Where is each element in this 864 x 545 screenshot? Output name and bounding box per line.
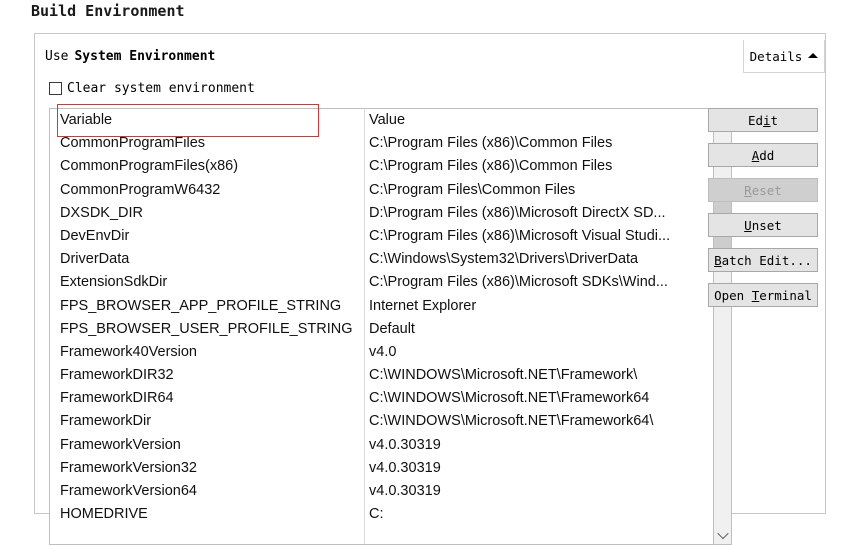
cell-variable: Framework40Version	[60, 343, 197, 360]
batch-edit-button-label: Batch Edit...	[714, 252, 812, 268]
open-terminal-button-label: Open Terminal	[714, 287, 812, 303]
clear-system-environment-label: Clear system environment	[67, 80, 255, 96]
cell-variable: DXSDK_DIR	[60, 204, 143, 221]
details-button[interactable]: Details	[743, 40, 825, 73]
column-header-variable[interactable]: Variable	[60, 109, 364, 132]
table-row[interactable]: DXSDK_DIR D:\Program Files (x86)\Microsof…	[50, 202, 713, 225]
cell-variable: FrameworkVersion	[60, 436, 181, 453]
cell-variable: HOMEDRIVE	[60, 506, 148, 523]
table-row[interactable]: FrameworkVersion64 v4.0.30319	[50, 480, 713, 503]
table-row[interactable]: FPS_BROWSER_USER_PROFILE_STRING Default	[50, 318, 713, 341]
cell-variable: FrameworkDIR32	[60, 367, 174, 384]
cell-value: v4.0	[369, 343, 397, 360]
add-button[interactable]: Add	[708, 143, 818, 167]
reset-button: Reset	[708, 178, 818, 202]
cell-value: C:\Program Files (x86)\Common Files	[369, 135, 613, 152]
chevron-down-icon	[716, 527, 729, 540]
cell-variable: DevEnvDir	[60, 227, 130, 244]
cell-value: v4.0.30319	[369, 459, 441, 476]
unset-button-label: Unset	[744, 217, 782, 233]
cell-value: v4.0.30319	[369, 436, 441, 453]
cell-variable: CommonProgramW6432	[60, 181, 221, 198]
cell-variable: FrameworkDir	[60, 413, 152, 430]
table-row[interactable]: CommonProgramW6432 C:\Program Files\Commo…	[50, 179, 713, 202]
table-row[interactable]: CommonProgramFiles C:\Program Files (x86)…	[50, 132, 713, 155]
cell-value: v4.0.30319	[369, 483, 441, 499]
cell-variable: ExtensionSdkDir	[60, 274, 168, 291]
table-header-row: Variable Value	[50, 109, 713, 132]
clear-system-environment-row[interactable]: Clear system environment	[49, 76, 255, 100]
add-button-label: Add	[751, 147, 775, 163]
cell-variable: CommonProgramFiles	[60, 135, 206, 152]
table-row[interactable]: FrameworkDIR32 C:\WINDOWS\Microsoft.NET\F…	[50, 364, 713, 387]
column-header-value[interactable]: Value	[364, 109, 713, 132]
unset-button[interactable]: Unset	[708, 213, 818, 237]
cell-variable: FrameworkVersion32	[60, 459, 197, 476]
cell-value: D:\Program Files (x86)\Microsoft DirectX…	[369, 204, 666, 221]
edit-button[interactable]: Edit	[708, 108, 818, 132]
cell-value: C:\Program Files\Common Files	[369, 181, 576, 198]
table-row[interactable]: ExtensionSdkDir C:\Program Files (x86)\Mi…	[50, 271, 713, 294]
cell-variable: DriverData	[60, 251, 130, 268]
table-row[interactable]: HOMEDRIVE C:	[50, 503, 713, 526]
cell-value: C:\Program Files (x86)\Microsoft SDKs\Wi…	[369, 274, 668, 291]
use-label: Use	[45, 48, 69, 64]
page-title: Build Environment	[31, 2, 185, 20]
cell-value: C:\Program Files (x86)\Common Files	[369, 158, 613, 175]
clear-system-environment-checkbox[interactable]	[49, 81, 62, 95]
open-terminal-button[interactable]: Open Terminal	[708, 283, 818, 307]
table-body: CommonProgramFiles C:\Program Files (x86)…	[50, 132, 713, 526]
cell-variable: CommonProgramFiles(x86)	[60, 158, 239, 175]
table-row[interactable]: Framework40Version v4.0	[50, 341, 713, 364]
details-button-label: Details	[749, 48, 803, 64]
cell-value: C:\Windows\System32\Drivers\DriverData	[369, 251, 639, 268]
system-environment-value: System Environment	[74, 48, 216, 64]
scroll-down-button[interactable]	[714, 526, 731, 544]
use-system-environment-label: Use System Environment	[45, 44, 215, 68]
action-button-group: Edit Add Reset Unset Batch Edit... Open Termi…	[708, 108, 820, 318]
table-row[interactable]: FrameworkVersion32 v4.0.30319	[50, 457, 713, 480]
build-environment-panel: Use System Environment Details Clear sys…	[34, 33, 826, 545]
cell-value: C:	[369, 506, 384, 523]
edit-button-label: Edit	[747, 112, 779, 128]
cell-value: Internet Explorer	[369, 297, 477, 314]
cell-value: C:\WINDOWS\Microsoft.NET\Framework\	[369, 367, 638, 384]
cell-value: C:\WINDOWS\Microsoft.NET\Framework64\	[369, 413, 654, 430]
cell-value: Default	[369, 320, 415, 337]
environment-variables-table[interactable]: Variable Value CommonProgramFiles C:\Prog…	[49, 108, 714, 545]
table-row[interactable]: FrameworkDIR64 C:\WINDOWS\Microsoft.NET\F…	[50, 387, 713, 410]
cell-variable: FrameworkDIR64	[60, 390, 174, 407]
cell-variable: FPS_BROWSER_APP_PROFILE_STRING	[60, 297, 342, 314]
table-row[interactable]: FrameworkVersion v4.0.30319	[50, 434, 713, 457]
table-row[interactable]: CommonProgramFiles(x86) C:\Program Files …	[50, 155, 713, 178]
cell-variable: FPS_BROWSER_USER_PROFILE_STRING	[60, 320, 353, 337]
batch-edit-button[interactable]: Batch Edit...	[708, 248, 818, 272]
cell-value: C:\Program Files (x86)\Microsoft Visual …	[369, 227, 671, 244]
table-row[interactable]: FrameworkDir C:\WINDOWS\Microsoft.NET\Fra…	[50, 410, 713, 433]
table-row[interactable]: DriverData C:\Windows\System32\Drivers\Dr…	[50, 248, 713, 271]
caret-up-icon	[808, 52, 819, 58]
table-row[interactable]: DevEnvDir C:\Program Files (x86)\Microsof…	[50, 225, 713, 248]
cell-value: C:\WINDOWS\Microsoft.NET\Framework64	[369, 390, 650, 407]
cell-variable: FrameworkVersion64	[60, 483, 197, 499]
reset-button-label: Reset	[744, 182, 782, 198]
column-divider	[364, 109, 365, 544]
table-row[interactable]: FPS_BROWSER_APP_PROFILE_STRING Internet E…	[50, 295, 713, 318]
